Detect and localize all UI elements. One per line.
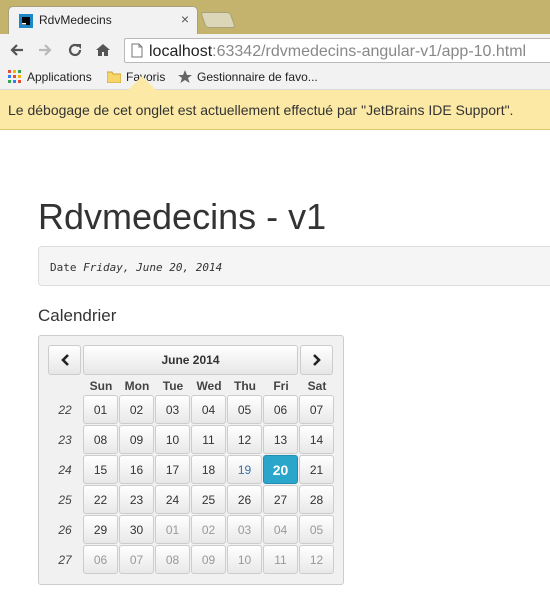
calendar-label: Calendrier bbox=[38, 306, 117, 325]
bookmarks-bar: Applications Favoris Gestionnaire de fav… bbox=[0, 66, 550, 90]
day-cell[interactable]: 02 bbox=[119, 395, 154, 424]
page-title: Rdvmedecins - v1 bbox=[38, 196, 327, 237]
date-display: Date Friday, June 20, 2014 bbox=[50, 261, 223, 274]
day-cell[interactable]: 18 bbox=[191, 455, 226, 484]
browser-titlebar: RdvMedecins × bbox=[0, 0, 550, 34]
day-cell[interactable]: 04 bbox=[263, 515, 298, 544]
day-cell[interactable]: 06 bbox=[83, 545, 118, 574]
day-cell[interactable]: 11 bbox=[263, 545, 298, 574]
prev-month-button[interactable] bbox=[48, 345, 81, 375]
weekday-header: Thu bbox=[234, 379, 256, 393]
new-tab-button[interactable] bbox=[200, 12, 236, 28]
week-number: 22 bbox=[58, 403, 72, 417]
tab-close-icon[interactable]: × bbox=[181, 11, 189, 27]
day-cell[interactable]: 28 bbox=[299, 485, 334, 514]
day-cell[interactable]: 30 bbox=[119, 515, 154, 544]
day-cell[interactable]: 09 bbox=[119, 425, 154, 454]
day-cell[interactable]: 29 bbox=[83, 515, 118, 544]
home-icon[interactable] bbox=[92, 39, 114, 61]
day-cell[interactable]: 15 bbox=[83, 455, 118, 484]
day-cell[interactable]: 27 bbox=[263, 485, 298, 514]
debug-infobar: Le débogage de cet onglet est actuelleme… bbox=[0, 90, 550, 130]
chevron-left-icon bbox=[60, 354, 69, 366]
month-title-button[interactable]: June 2014 bbox=[83, 345, 298, 375]
day-cell[interactable]: 07 bbox=[119, 545, 154, 574]
week-number: 25 bbox=[58, 493, 72, 507]
day-cell[interactable]: 01 bbox=[155, 515, 190, 544]
weekday-header: Sun bbox=[89, 379, 113, 393]
star-icon bbox=[178, 70, 192, 83]
address-bar[interactable]: localhost:63342/rdvmedecins-angular-v1/a… bbox=[124, 38, 550, 63]
back-icon[interactable] bbox=[6, 39, 28, 61]
day-cell[interactable]: 23 bbox=[119, 485, 154, 514]
tab-title: RdvMedecins bbox=[39, 13, 112, 27]
day-cell[interactable]: 05 bbox=[299, 515, 334, 544]
day-cell[interactable]: 06 bbox=[263, 395, 298, 424]
day-cell[interactable]: 10 bbox=[155, 425, 190, 454]
day-cell[interactable]: 16 bbox=[119, 455, 154, 484]
day-cell[interactable]: 13 bbox=[263, 425, 298, 454]
day-cell[interactable]: 08 bbox=[83, 425, 118, 454]
day-cell[interactable]: 08 bbox=[155, 545, 190, 574]
url-text: localhost:63342/rdvmedecins-angular-v1/a… bbox=[149, 43, 527, 60]
day-cell[interactable]: 21 bbox=[299, 455, 334, 484]
datepicker: June 2014 Sun Mon Tue Wed Thu Fri Sat 22 01 02 03 0… bbox=[38, 335, 344, 585]
day-cell[interactable]: 22 bbox=[83, 485, 118, 514]
page-icon bbox=[131, 43, 143, 58]
day-cell[interactable]: 07 bbox=[299, 395, 334, 424]
week-number: 24 bbox=[58, 463, 72, 477]
folder-icon bbox=[107, 71, 121, 83]
day-cell[interactable]: 03 bbox=[227, 515, 262, 544]
forward-icon[interactable] bbox=[34, 39, 56, 61]
day-cell[interactable]: 14 bbox=[299, 425, 334, 454]
weekday-header: Wed bbox=[196, 379, 222, 393]
week-number: 26 bbox=[58, 523, 72, 537]
day-cell[interactable]: 12 bbox=[227, 425, 262, 454]
browser-toolbar: localhost:63342/rdvmedecins-angular-v1/a… bbox=[0, 34, 550, 66]
day-cell[interactable]: 05 bbox=[227, 395, 262, 424]
day-cell[interactable]: 20 bbox=[263, 455, 298, 484]
day-cell[interactable]: 19 bbox=[227, 455, 262, 484]
reload-icon[interactable] bbox=[64, 39, 86, 61]
infobar-message: Le débogage de cet onglet est actuelleme… bbox=[8, 102, 514, 118]
weekday-header: Tue bbox=[162, 379, 184, 393]
week-number: 27 bbox=[58, 553, 72, 567]
day-cell[interactable]: 12 bbox=[299, 545, 334, 574]
weekday-header: Mon bbox=[124, 379, 150, 393]
day-cell[interactable]: 26 bbox=[227, 485, 262, 514]
week-number: 23 bbox=[58, 433, 72, 447]
weekday-header: Sat bbox=[307, 379, 327, 393]
day-cell[interactable]: 03 bbox=[155, 395, 190, 424]
bookmark-manager[interactable]: Gestionnaire de favo... bbox=[178, 70, 318, 84]
day-cell[interactable]: 04 bbox=[191, 395, 226, 424]
day-cell[interactable]: 17 bbox=[155, 455, 190, 484]
infobar-pointer bbox=[128, 76, 156, 90]
day-cell[interactable]: 11 bbox=[191, 425, 226, 454]
day-cell[interactable]: 25 bbox=[191, 485, 226, 514]
browser-tab[interactable]: RdvMedecins × bbox=[8, 6, 198, 34]
day-cell[interactable]: 02 bbox=[191, 515, 226, 544]
chevron-right-icon bbox=[312, 354, 321, 366]
webstorm-favicon-icon bbox=[19, 14, 33, 28]
next-month-button[interactable] bbox=[300, 345, 333, 375]
day-cell[interactable]: 01 bbox=[83, 395, 118, 424]
day-cell[interactable]: 24 bbox=[155, 485, 190, 514]
apps-grid-icon bbox=[8, 70, 21, 83]
date-well: Date Friday, June 20, 2014 bbox=[38, 246, 550, 286]
day-cell[interactable]: 09 bbox=[191, 545, 226, 574]
weekday-header: Fri bbox=[273, 379, 289, 393]
day-cell[interactable]: 10 bbox=[227, 545, 262, 574]
bookmark-applications[interactable]: Applications bbox=[8, 70, 92, 84]
